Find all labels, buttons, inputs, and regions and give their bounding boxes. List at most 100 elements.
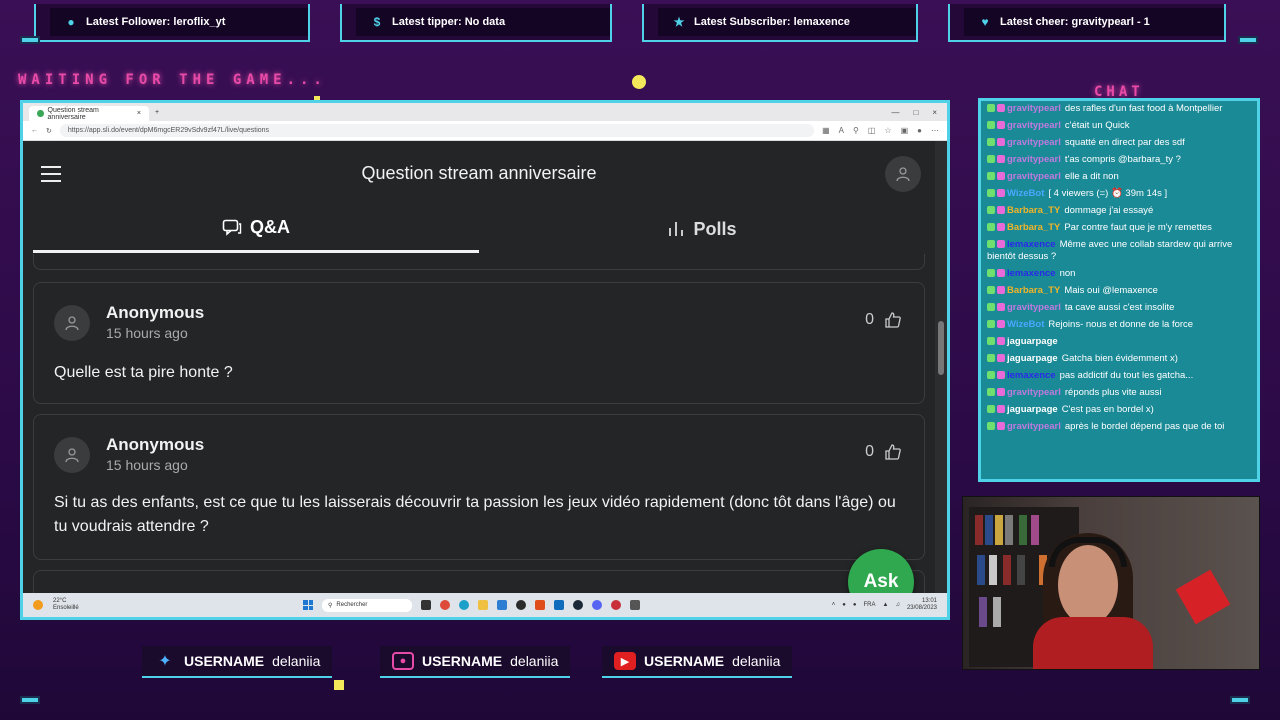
split-icon[interactable]: ◫ [868, 126, 876, 135]
chat-message: gravitypearl c'était un Quick [987, 120, 1251, 132]
chat-username[interactable]: lemaxence [1007, 268, 1056, 279]
question-text: Quelle est ta pire honte ? [54, 364, 233, 381]
windows-start-icon[interactable] [303, 600, 313, 610]
like-count: 0 [865, 311, 874, 328]
zoom-icon[interactable]: ⚲ [853, 126, 859, 135]
badge-icon [987, 388, 995, 397]
badge-icon [987, 138, 995, 147]
tray-icon[interactable]: ● [853, 602, 857, 608]
latest-tipper-alert: $ Latest tipper: No data [340, 4, 612, 42]
chat-username[interactable]: gravitypearl [1007, 302, 1061, 313]
chat-text: Mais oui @lemaxence [1064, 285, 1158, 296]
chat-message: gravitypearl elle a dit non [987, 171, 1251, 183]
chat-username[interactable]: lemaxence [1007, 239, 1056, 250]
menu-icon[interactable] [41, 166, 61, 182]
minimize-icon[interactable]: — [891, 108, 899, 117]
chat-text: Gatcha bien évidemment x) [1061, 353, 1178, 364]
badge-icon [997, 240, 1005, 249]
volume-icon[interactable]: ♫ [895, 602, 900, 608]
chat-username[interactable]: gravitypearl [1007, 387, 1061, 398]
badge-icon [997, 320, 1005, 329]
taskbar-search[interactable]: ⚲ Rechercher [322, 598, 412, 612]
chrome-icon[interactable] [440, 600, 450, 610]
scroll-thumb[interactable] [938, 321, 944, 375]
app-icon[interactable] [611, 600, 621, 610]
chat-username[interactable]: Barbara_TY [1007, 205, 1060, 216]
badge-icon [987, 189, 995, 198]
favorite-icon[interactable]: ☆ [884, 126, 891, 135]
folder-icon[interactable] [478, 600, 488, 610]
star-icon: ★ [673, 15, 685, 29]
apps-icon[interactable]: ▦ [822, 126, 830, 135]
chat-username[interactable]: WizeBot [1007, 188, 1044, 199]
obs-icon[interactable] [516, 600, 526, 610]
chat-username[interactable]: gravitypearl [1007, 421, 1061, 432]
chat-text: elle a dit non [1064, 171, 1119, 182]
badge-icon [997, 388, 1005, 397]
chat-username[interactable]: gravitypearl [1007, 154, 1061, 165]
chat-username[interactable]: gravitypearl [1007, 120, 1061, 131]
brave-icon[interactable] [535, 600, 545, 610]
language-indicator[interactable]: FRA [864, 602, 876, 608]
address-bar: ← ↻ https://app.sli.do/event/dpM6mgcER29… [23, 121, 947, 141]
like-button[interactable]: 0 [865, 443, 902, 461]
favicon-icon [37, 110, 44, 117]
social-youtube: ▶ USERNAME delaniia [602, 646, 793, 678]
badge-icon [997, 286, 1005, 295]
network-icon[interactable]: ▲ [883, 602, 889, 608]
scrollbar[interactable] [935, 141, 947, 593]
chat-username[interactable]: gravitypearl [1007, 171, 1061, 182]
window-controls: — □ × [891, 108, 947, 117]
like-button[interactable]: 0 [865, 311, 902, 329]
chat-message: gravitypearl squatté en direct par des sd… [987, 137, 1251, 149]
more-icon[interactable]: ⋯ [931, 126, 939, 135]
discord-icon[interactable] [592, 600, 602, 610]
question-time: 15 hours ago [106, 457, 188, 473]
badge-icon [997, 371, 1005, 380]
chat-username[interactable]: gravitypearl [1007, 103, 1061, 114]
browser-tab[interactable]: Question stream anniversaire × [29, 106, 149, 121]
app-icon[interactable] [630, 600, 640, 610]
tab-qa[interactable]: Q&A [33, 205, 479, 253]
chat-username[interactable]: WizeBot [1007, 319, 1044, 330]
alert-label: Latest cheer: gravitypearl - 1 [1000, 16, 1150, 28]
badge-icon [997, 405, 1005, 414]
tray-icon[interactable]: ● [842, 602, 846, 608]
collections-icon[interactable]: ▣ [901, 126, 909, 135]
maximize-icon[interactable]: □ [913, 108, 918, 117]
tab-polls[interactable]: Polls [479, 205, 925, 253]
close-icon[interactable]: × [932, 108, 937, 117]
chat-username[interactable]: Barbara_TY [1007, 222, 1060, 233]
edge-icon[interactable] [459, 600, 469, 610]
store-icon[interactable] [497, 600, 507, 610]
chat-username[interactable]: lemaxence [1007, 370, 1056, 381]
close-tab-icon[interactable]: × [137, 110, 141, 117]
task-view-icon[interactable] [421, 600, 431, 610]
badge-icon [987, 422, 995, 431]
badge-icon [997, 155, 1005, 164]
latest-subscriber-alert: ★ Latest Subscriber: lemaxence [642, 4, 918, 42]
reload-icon[interactable]: ↻ [46, 127, 52, 135]
url-input[interactable]: https://app.sli.do/event/dpM6mgcER29vSdv… [59, 124, 815, 137]
chat-username[interactable]: jaguarpage [1007, 336, 1058, 347]
chat-message: lemaxence non [987, 268, 1251, 280]
weather-widget[interactable]: 22°C Ensoleillé [53, 598, 79, 612]
question-time: 15 hours ago [106, 325, 188, 341]
outlook-icon[interactable] [554, 600, 564, 610]
chat-username[interactable]: gravitypearl [1007, 137, 1061, 148]
new-tab-icon[interactable]: + [155, 109, 159, 116]
badge-icon [987, 172, 995, 181]
back-icon[interactable]: ← [31, 127, 38, 134]
profile-button[interactable] [885, 156, 921, 192]
profile-icon[interactable]: ● [917, 126, 922, 135]
chat-message: gravitypearl des rafles d'un fast food à … [987, 103, 1251, 115]
chevron-up-icon[interactable]: ˄ [832, 602, 836, 608]
read-aloud-icon[interactable]: A [839, 126, 844, 135]
chat-text: Rejoins- nous et donne de la force [1048, 319, 1194, 330]
chat-username[interactable]: jaguarpage [1007, 404, 1058, 415]
chat-username[interactable]: jaguarpage [1007, 353, 1058, 364]
clock[interactable]: 13:01 23/08/2023 [907, 598, 937, 612]
steam-icon[interactable] [573, 600, 583, 610]
heart-icon: ♥ [981, 15, 989, 29]
chat-username[interactable]: Barbara_TY [1007, 285, 1060, 296]
